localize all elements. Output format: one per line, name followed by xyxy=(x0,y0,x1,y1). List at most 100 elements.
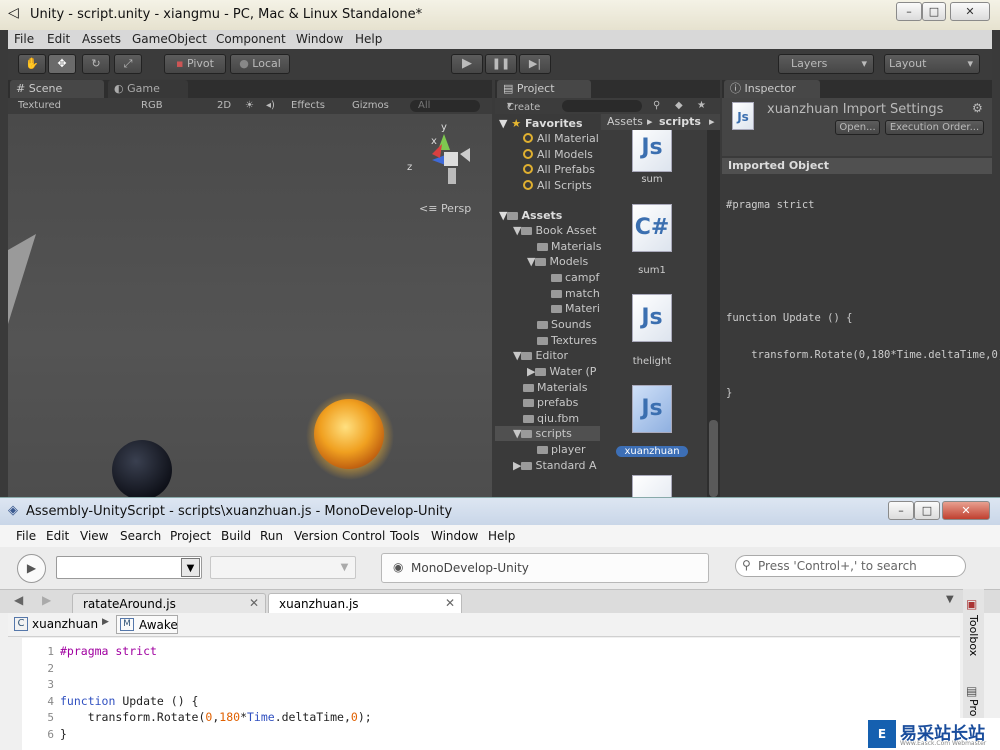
gizmos-dropdown[interactable]: Gizmos xyxy=(352,100,389,111)
favorites-header[interactable]: ▼ ★ Favorites xyxy=(499,116,583,131)
target-combo[interactable]: ▼ xyxy=(210,556,356,579)
md-menu-help[interactable]: Help xyxy=(488,529,515,543)
close-icon[interactable]: ✕ xyxy=(445,596,455,610)
tree-item[interactable]: Textures xyxy=(537,333,597,348)
earth-sphere[interactable] xyxy=(112,440,172,497)
scale-tool-icon[interactable]: ⤢ xyxy=(114,54,142,74)
tree-item[interactable]: Materials xyxy=(523,380,587,395)
pivot-button[interactable]: ▪ Pivot xyxy=(164,54,226,74)
favorite-item[interactable]: All Models xyxy=(523,147,593,162)
tree-item-selected[interactable]: ▼ scripts xyxy=(495,426,600,441)
nav-class[interactable]: xuanzhuan xyxy=(32,617,98,631)
tree-item[interactable]: ▶ Standard A xyxy=(513,458,597,473)
tree-item[interactable]: qiu.fbm xyxy=(523,411,579,426)
layout-dropdown[interactable]: Layout ▾ xyxy=(884,54,980,74)
chevron-down-icon[interactable]: ▼ xyxy=(335,558,354,577)
tree-item[interactable]: ▼ Book Asset xyxy=(513,223,596,238)
local-button[interactable]: ● Local xyxy=(230,54,290,74)
tree-item[interactable]: prefabs xyxy=(523,395,578,410)
scene-search-input[interactable]: All xyxy=(410,100,480,112)
md-menu-search[interactable]: Search xyxy=(120,529,161,543)
2d-toggle[interactable]: 2D xyxy=(217,100,231,111)
move-tool-icon[interactable]: ✥ xyxy=(48,54,76,74)
play-button[interactable]: ▶ xyxy=(451,54,483,74)
tree-item[interactable]: Materi xyxy=(551,301,600,316)
favorite-item[interactable]: All Material xyxy=(523,131,599,146)
properties-pad[interactable]: Pro xyxy=(967,699,980,716)
file-scrollbar[interactable] xyxy=(707,130,720,497)
rotate-tool-icon[interactable]: ↻ xyxy=(82,54,110,74)
md-menu-version-control[interactable]: Version Control xyxy=(294,529,385,543)
md-menu-file[interactable]: File xyxy=(16,529,36,543)
tree-item[interactable]: Sounds xyxy=(537,317,591,332)
nav-method-box[interactable]: M Awake xyxy=(116,615,178,634)
scrollbar-thumb[interactable] xyxy=(709,420,718,497)
configuration-combo[interactable]: ▼ xyxy=(56,556,202,579)
star-icon[interactable]: ★ xyxy=(697,100,706,111)
gear-icon[interactable]: ⚙ xyxy=(972,101,983,115)
tree-item[interactable]: player xyxy=(537,442,586,457)
tab-scene[interactable]: # Scene xyxy=(10,80,104,98)
tree-item[interactable]: ▼ Editor xyxy=(513,348,568,363)
menu-help[interactable]: Help xyxy=(355,32,382,46)
file-icon-partial[interactable] xyxy=(632,475,672,497)
menu-window[interactable]: Window xyxy=(296,32,343,46)
menu-component[interactable]: Component xyxy=(216,32,286,46)
execution-order-button[interactable]: Execution Order... xyxy=(885,120,984,135)
tab-forward-icon[interactable]: ▶ xyxy=(42,593,51,607)
persp-label[interactable]: <≡ Persp xyxy=(419,202,471,215)
tree-item[interactable]: match xyxy=(551,286,600,301)
draw-mode-dropdown[interactable]: Textured xyxy=(18,100,61,111)
md-menu-edit[interactable]: Edit xyxy=(46,529,69,543)
layers-dropdown[interactable]: Layers ▾ xyxy=(778,54,874,74)
step-button[interactable]: ▶| xyxy=(519,54,551,74)
pause-button[interactable]: ❚❚ xyxy=(485,54,517,74)
assets-header[interactable]: ▼ Assets xyxy=(499,208,562,223)
maximize-button[interactable]: □ xyxy=(922,2,946,21)
toolbox-pad[interactable]: Toolbox xyxy=(967,615,980,656)
project-search-input[interactable] xyxy=(562,100,642,112)
breadcrumb-scripts[interactable]: scripts xyxy=(659,115,701,128)
audio-icon[interactable]: ◂) xyxy=(266,100,275,111)
md-menu-tools[interactable]: Tools xyxy=(390,529,420,543)
breadcrumb-assets[interactable]: Assets xyxy=(607,115,643,128)
js-file-icon[interactable]: Js xyxy=(632,294,672,342)
js-file-icon[interactable]: Js xyxy=(632,130,672,172)
run-button[interactable]: ▶ xyxy=(17,554,46,583)
sun-sphere[interactable] xyxy=(314,399,384,469)
chevron-down-icon[interactable]: ▼ xyxy=(181,558,200,577)
tree-item[interactable]: Materials xyxy=(537,239,601,254)
close-button[interactable]: ✕ xyxy=(950,2,990,21)
cs-file-icon[interactable]: C# xyxy=(632,204,672,252)
label-icon[interactable]: ◆ xyxy=(675,100,683,111)
md-minimize-button[interactable]: – xyxy=(888,501,914,520)
close-icon[interactable]: ✕ xyxy=(249,596,259,610)
rgb-dropdown[interactable]: RGB xyxy=(141,100,163,111)
effects-dropdown[interactable]: Effects xyxy=(291,100,325,111)
filter-type-icon[interactable]: ⚲ xyxy=(653,100,660,111)
lighting-icon[interactable]: ☀ xyxy=(245,100,254,111)
menu-edit[interactable]: Edit xyxy=(47,32,70,46)
tab-game[interactable]: ◐ Game xyxy=(108,80,188,98)
md-menu-project[interactable]: Project xyxy=(170,529,211,543)
md-search-input[interactable]: ⚲ Press 'Control+,' to search xyxy=(735,555,966,577)
tab-inspector[interactable]: ⓘ Inspector xyxy=(724,80,820,98)
md-close-button[interactable]: ✕ xyxy=(942,501,990,520)
menu-assets[interactable]: Assets xyxy=(82,32,121,46)
tab-ratatearound[interactable]: ratateAround.js ✕ xyxy=(72,593,266,614)
md-maximize-button[interactable]: □ xyxy=(914,501,940,520)
favorite-item[interactable]: All Prefabs xyxy=(523,162,595,177)
code-editor[interactable]: 1 2 3 4 5 6 #pragma strict function Upda… xyxy=(8,638,960,750)
tab-list-icon[interactable]: ▼ xyxy=(946,594,954,605)
tab-project[interactable]: ▤ Project xyxy=(497,80,591,98)
tree-item[interactable]: campf xyxy=(551,270,599,285)
favorite-item[interactable]: All Scripts xyxy=(523,178,592,193)
tab-xuanzhuan[interactable]: xuanzhuan.js ✕ xyxy=(268,593,462,614)
open-button[interactable]: Open... xyxy=(835,120,880,135)
menu-file[interactable]: File xyxy=(14,32,34,46)
minimize-button[interactable]: – xyxy=(896,2,922,21)
tree-item[interactable]: ▶ Water (P xyxy=(527,364,596,379)
create-dropdown[interactable]: Create ▾ xyxy=(507,100,540,113)
js-file-icon-selected[interactable]: Js xyxy=(632,385,672,433)
hand-tool-icon[interactable]: ✋ xyxy=(18,54,46,74)
